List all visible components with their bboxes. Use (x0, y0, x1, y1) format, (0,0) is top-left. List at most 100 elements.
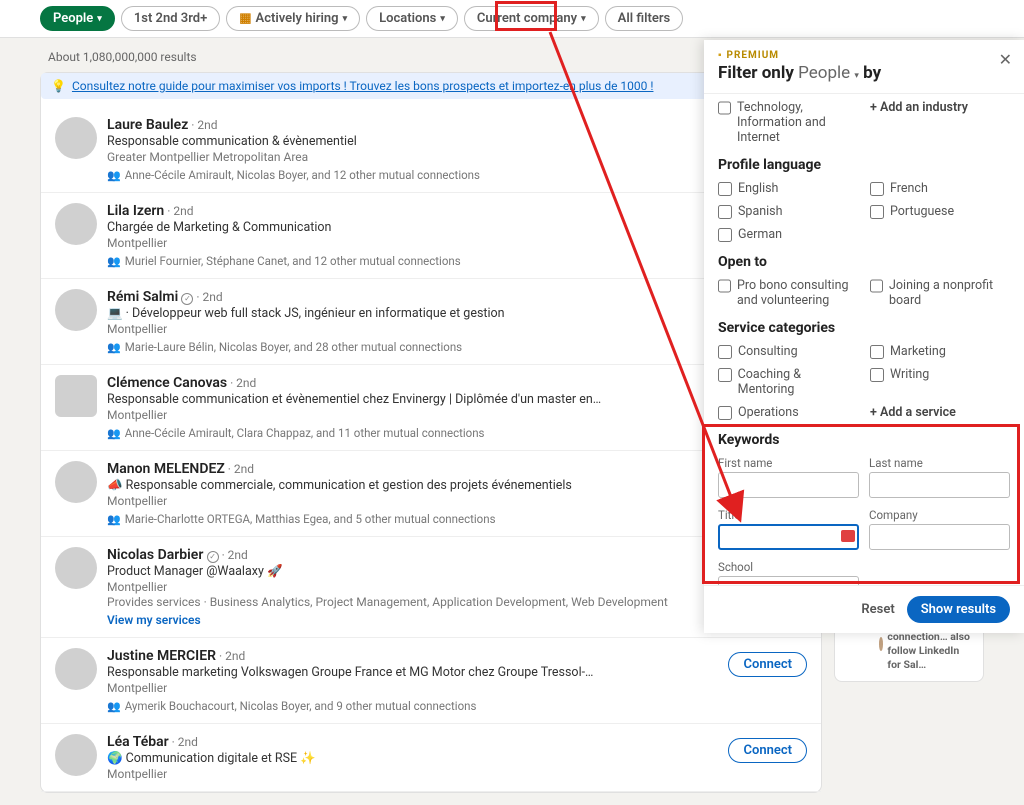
result-title: 🌍 Communication digitale et RSE ✨ (107, 751, 718, 766)
keyword-company: Company (869, 508, 1010, 550)
connect-button[interactable]: Connect (728, 738, 807, 763)
checkbox-coaching[interactable]: Coaching & Mentoring (718, 367, 858, 397)
filter-degrees[interactable]: 1st 2nd 3rd+ (121, 6, 220, 31)
result-title: 📣 Responsable commerciale, communication… (107, 478, 718, 493)
result-location: Montpellier (107, 767, 718, 781)
avatar[interactable] (55, 117, 97, 159)
verified-icon: ✓ (181, 293, 193, 305)
result-location: Montpellier (107, 236, 718, 250)
school-input[interactable] (718, 576, 859, 585)
result-degree: · 2nd (188, 118, 217, 132)
checkbox-french[interactable]: French (870, 181, 1010, 196)
reset-button[interactable]: Reset (861, 602, 894, 617)
result-title: 💻 · Développeur web full stack JS, ingén… (107, 306, 718, 321)
result-name[interactable]: Clémence Canovas (107, 375, 227, 391)
connect-button[interactable]: Connect (728, 652, 807, 677)
mutual-icon: 👥 (107, 169, 121, 182)
checkbox-marketing[interactable]: Marketing (870, 344, 1010, 359)
avatar[interactable] (55, 203, 97, 245)
checkbox-writing[interactable]: Writing (870, 367, 1010, 397)
result-title: Responsable communication et évènementie… (107, 392, 718, 407)
result-services: Provides services · Business Analytics, … (107, 595, 718, 609)
section-open-to: Open to (718, 254, 1010, 270)
result-degree: · 2nd (169, 735, 198, 749)
checkbox-nonprofit-board[interactable]: Joining a nonprofit board (870, 278, 1010, 308)
add-service-button[interactable]: + Add a service (870, 405, 1010, 420)
view-services-link[interactable]: View my services (107, 613, 718, 627)
filter-current-company[interactable]: Current company ▾ (464, 6, 599, 31)
result-mutual: 👥Anne-Cécile Amirault, Clara Chappaz, an… (107, 426, 718, 440)
result-name[interactable]: Léa Tébar (107, 734, 169, 750)
company-input[interactable] (869, 524, 1010, 550)
section-keywords: Keywords (718, 432, 1010, 448)
keyword-school: School (718, 560, 859, 585)
show-results-button[interactable]: Show results (907, 596, 1010, 623)
result-title: Responsable communication & évènementiel (107, 134, 718, 149)
result-name[interactable]: Manon MELENDEZ (107, 461, 225, 477)
result-location: Montpellier (107, 322, 718, 336)
result-degree: · 2nd (227, 376, 256, 390)
result-location: Greater Montpellier Metropolitan Area (107, 150, 718, 164)
filter-panel: ✕ PREMIUM Filter only People ▾ by Techno… (704, 40, 1024, 633)
checkbox-portuguese[interactable]: Portuguese (870, 204, 1010, 219)
result-mutual: 👥Marie-Laure Bélin, Nicolas Boyer, and 2… (107, 340, 718, 354)
result-name[interactable]: Rémi Salmi (107, 289, 178, 305)
filter-people[interactable]: People ▾ (40, 6, 115, 31)
filter-locations[interactable]: Locations ▾ (366, 6, 458, 31)
checkbox-operations[interactable]: Operations (718, 405, 858, 420)
result-row: Léa Tébar · 2nd 🌍 Communication digitale … (41, 724, 821, 792)
result-name[interactable]: Lila Izern (107, 203, 164, 219)
tip-icon: 💡 (51, 79, 66, 93)
waalaxy-badge-icon (841, 530, 855, 542)
checkbox-spanish[interactable]: Spanish (718, 204, 858, 219)
result-degree: · 2nd (193, 290, 222, 304)
filter-bar: People ▾ 1st 2nd 3rd+ ▦ Actively hiring … (0, 0, 1024, 38)
checkbox-pro-bono[interactable]: Pro bono consulting and volunteering (718, 278, 858, 308)
title-input[interactable] (718, 524, 859, 550)
section-service-categories: Service categories (718, 320, 1010, 336)
result-name[interactable]: Laure Baulez (107, 117, 188, 133)
last-name-input[interactable] (869, 472, 1010, 498)
tip-link[interactable]: Consultez notre guide pour maximiser vos… (72, 79, 654, 93)
result-degree: · 2nd (219, 548, 248, 562)
mutual-icon: 👥 (107, 700, 121, 713)
result-title: Product Manager @Waalaxy 🚀 (107, 564, 718, 579)
filter-panel-title: Filter only People ▾ by (718, 63, 1010, 83)
result-location: Montpellier (107, 580, 718, 594)
result-row: Justine MERCIER · 2ndResponsable marketi… (41, 638, 821, 724)
avatar[interactable] (55, 734, 97, 776)
checkbox-consulting[interactable]: Consulting (718, 344, 858, 359)
filter-all-filters[interactable]: All filters (605, 6, 684, 31)
first-name-input[interactable] (718, 472, 859, 498)
result-degree: · 2nd (164, 204, 193, 218)
result-name[interactable]: Nicolas Darbier (107, 547, 203, 563)
result-mutual: 👥Anne-Cécile Amirault, Nicolas Boyer, an… (107, 168, 718, 182)
result-name[interactable]: Justine MERCIER (107, 648, 216, 664)
checkbox-english[interactable]: English (718, 181, 858, 196)
result-location: Montpellier (107, 408, 718, 422)
avatar[interactable] (55, 461, 97, 503)
close-icon[interactable]: ✕ (999, 50, 1012, 69)
mutual-icon: 👥 (107, 513, 121, 526)
keyword-last-name: Last name (869, 456, 1010, 498)
avatar[interactable] (55, 289, 97, 331)
checkbox-german[interactable]: German (718, 227, 858, 242)
mutual-icon: 👥 (107, 255, 121, 268)
avatar[interactable] (55, 375, 97, 417)
avatar[interactable] (55, 648, 97, 690)
result-mutual: 👥Aymerik Bouchacourt, Nicolas Boyer, and… (107, 699, 718, 713)
filter-actively-hiring[interactable]: ▦ Actively hiring ▾ (226, 6, 360, 31)
mutual-icon: 👥 (107, 427, 121, 440)
result-location: Montpellier (107, 494, 718, 508)
keyword-title: Title (718, 508, 859, 550)
premium-badge: PREMIUM (718, 50, 1010, 61)
section-profile-language: Profile language (718, 157, 1010, 173)
keyword-first-name: First name (718, 456, 859, 498)
add-industry-button[interactable]: + Add an industry (870, 100, 1010, 145)
result-mutual: 👥Muriel Fournier, Stéphane Canet, and 12… (107, 254, 718, 268)
avatar[interactable] (55, 547, 97, 589)
result-degree: · 2nd (225, 462, 254, 476)
mutual-icon: 👥 (107, 341, 121, 354)
checkbox-industry-tech[interactable]: Technology, Information and Internet (718, 100, 858, 145)
result-location: Montpellier (107, 681, 718, 695)
